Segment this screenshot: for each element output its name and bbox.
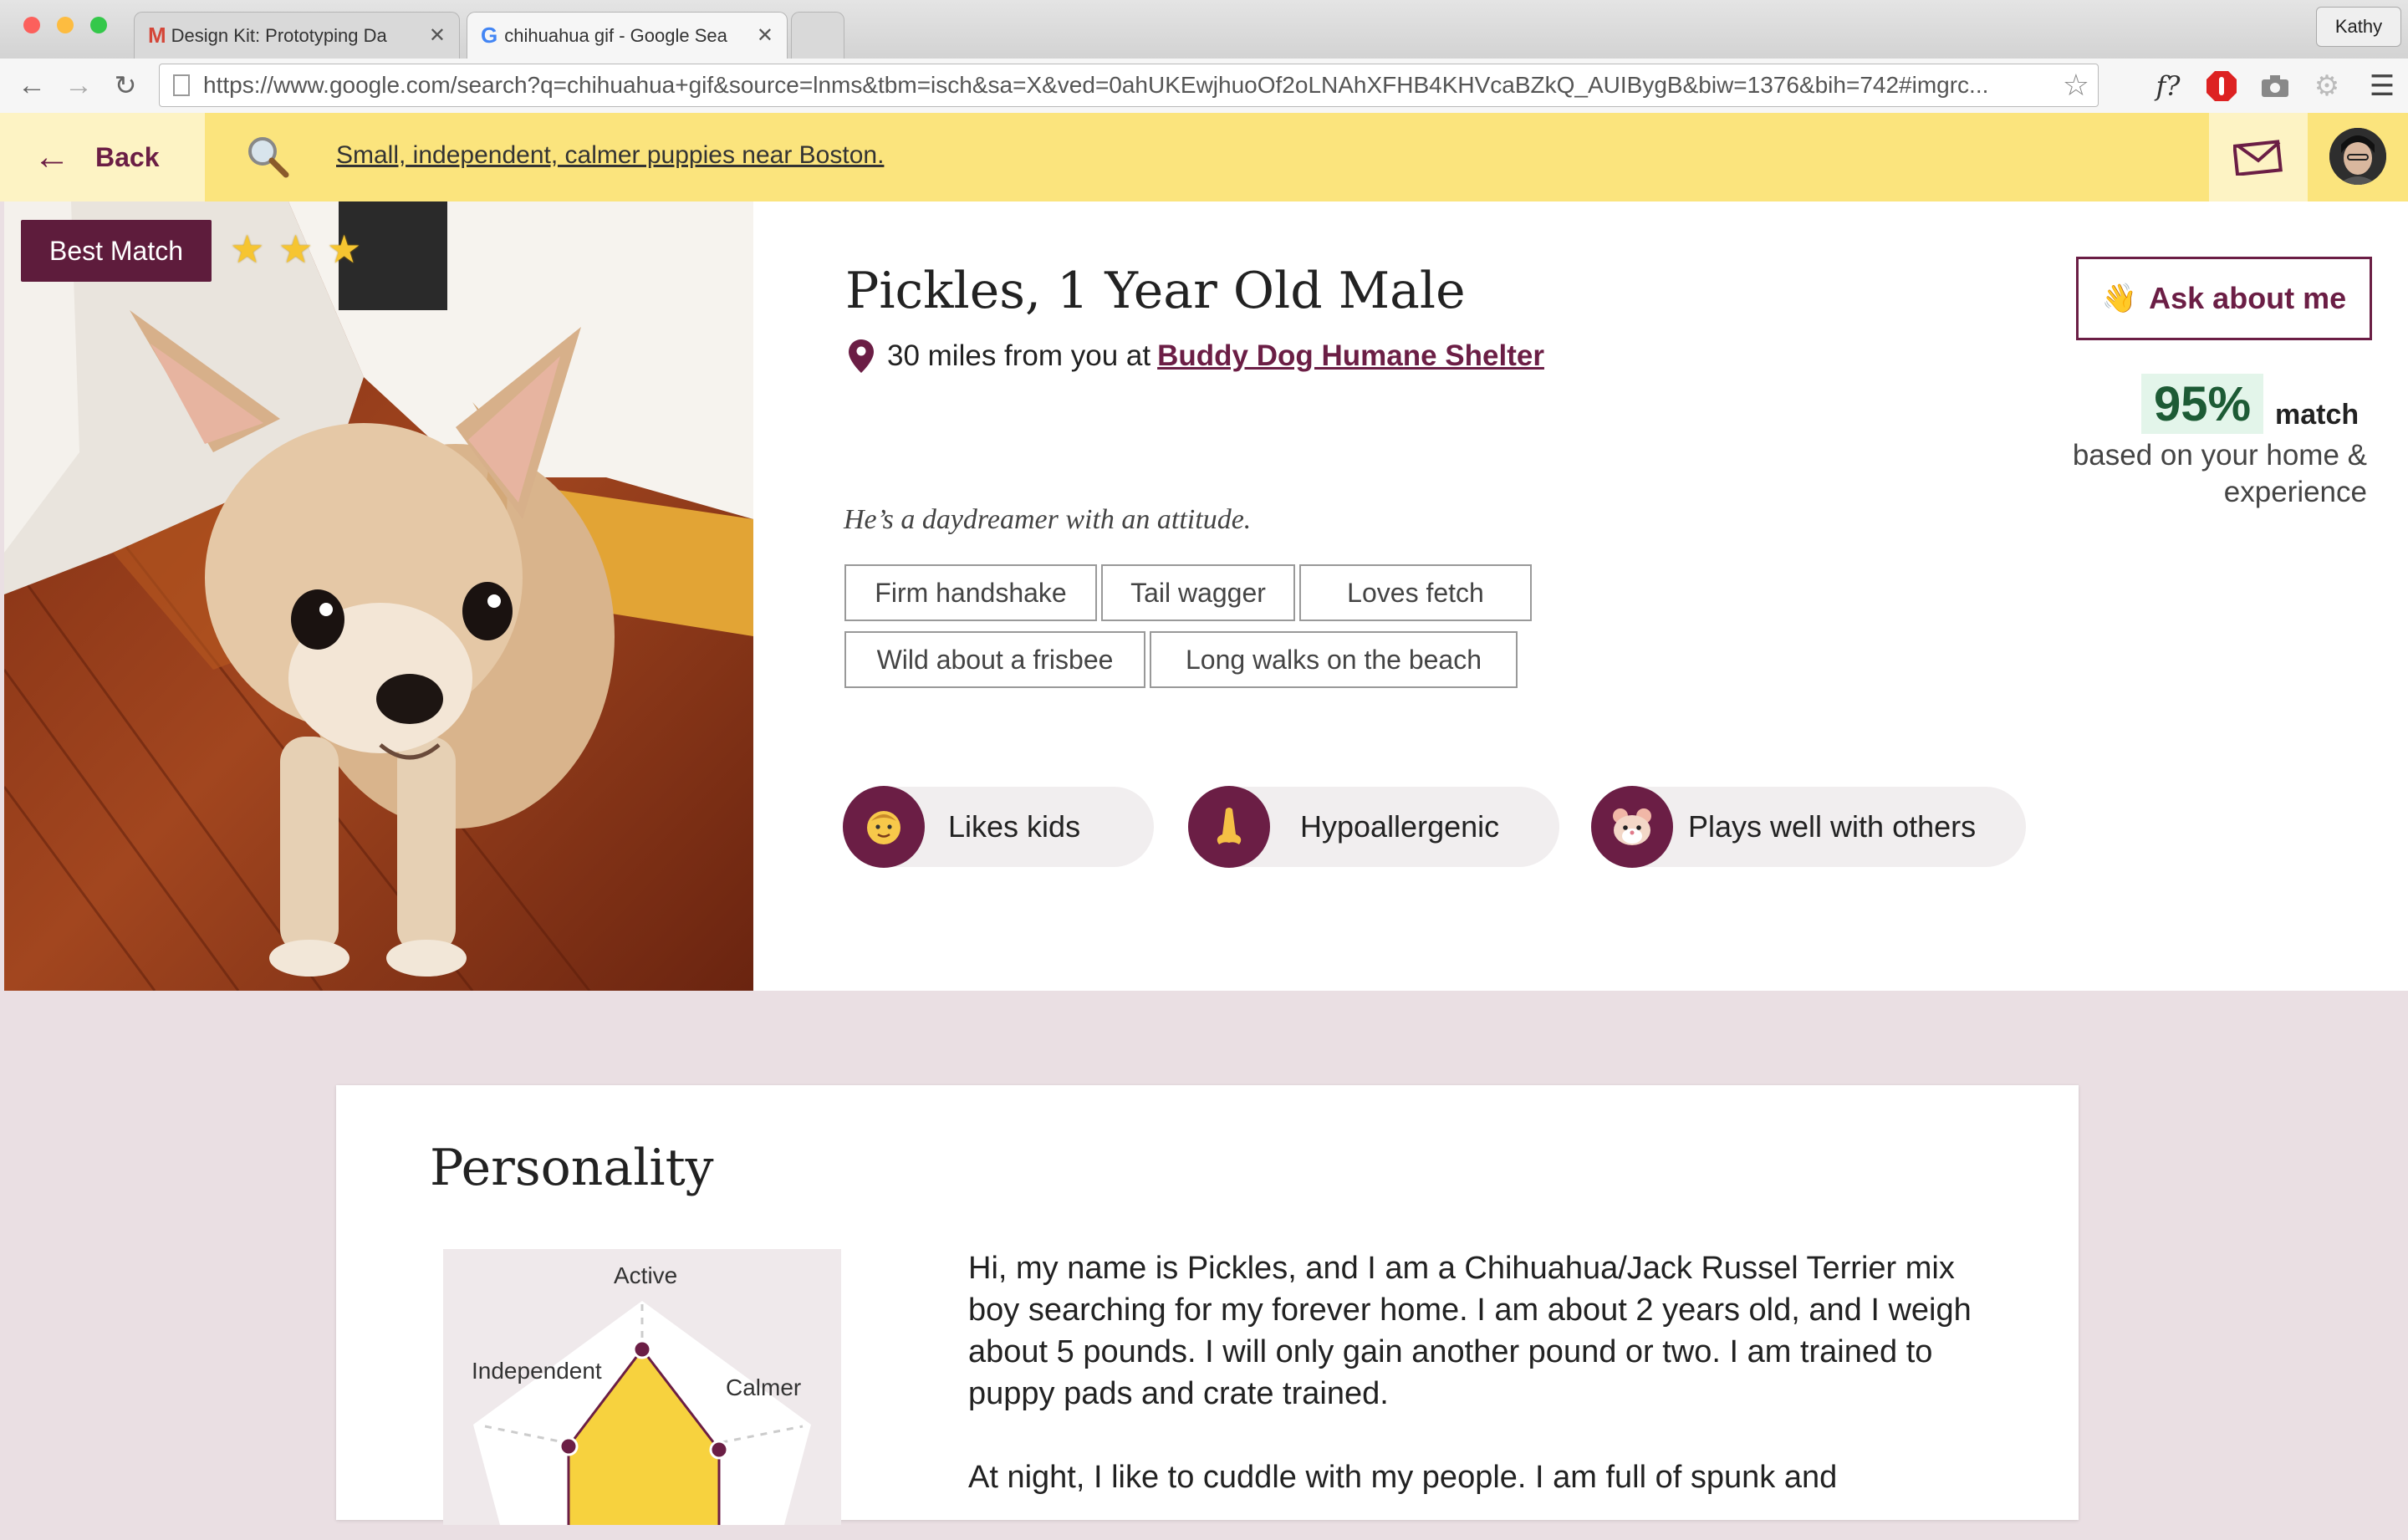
bio-paragraph: At night, I like to cuddle with my peopl… [968,1460,1838,1495]
location-line: 30 miles from you at Buddy Dog Humane Sh… [849,339,1544,373]
personality-card: Personality Active Independent Calmer Hi… [336,1085,2079,1540]
ask-label: Ask about me [2149,281,2347,315]
url-text: https://www.google.com/search?q=chihuahu… [203,72,1989,98]
ask-about-me-button[interactable]: 👋 Ask about me [2076,257,2372,340]
star-icon: ★ [327,227,362,271]
match-basis-text: based on your home & experience [2072,439,2367,508]
messages-button[interactable] [2209,113,2308,201]
match-label: match [2275,399,2360,431]
distance-text: 30 miles from you at [887,339,1151,372]
hamster-icon [1591,786,1673,868]
back-label: Back [95,141,160,172]
personality-heading: Personality [430,1139,714,1197]
settings-gear-icon[interactable]: ⚙ [2308,67,2346,105]
trait-label: Likes kids [948,809,1081,844]
trait-tag: Long walks on the beach [1150,631,1518,688]
location-pin-icon [849,339,874,373]
gmail-icon: M [148,23,166,48]
google-icon: G [481,23,498,48]
browser-toolbar: ← → ↻ https://www.google.com/search?q=ch… [0,59,2408,114]
adblock-icon[interactable] [2202,67,2241,105]
close-tab-icon[interactable]: ✕ [429,23,446,48]
trait-likes-kids: Likes kids [843,786,1154,868]
trait-tag: Firm handshake [844,564,1097,621]
camera-icon[interactable] [2256,67,2294,105]
trait-tag: Tail wagger [1101,564,1295,621]
match-percentage: 95% [2141,374,2263,434]
new-tab-button[interactable] [791,12,844,59]
tab-title: chihuahua gif - Google Sea [504,24,727,46]
maximize-window-button[interactable] [90,17,107,33]
trait-plays-well: Plays well with others [1591,786,2026,868]
radar-label-calmer: Calmer [726,1374,802,1400]
star-icon: ★ [230,227,265,271]
baby-face-icon [843,786,925,868]
close-window-button[interactable] [23,17,40,33]
personality-bio: Hi, my name is Pickles, and I am a Chihu… [968,1247,1988,1540]
minimize-window-button[interactable] [57,17,74,33]
browser-back-icon[interactable]: ← [13,67,50,104]
nose-icon [1188,786,1270,868]
tab-title: Design Kit: Prototyping Da [171,24,387,46]
dog-photo [4,201,753,991]
radar-point-active [632,1339,652,1359]
tab-gmail[interactable]: M Design Kit: Prototyping Da ✕ [134,12,460,59]
radar-label-independent: Independent [472,1358,602,1384]
waving-hand-icon: 👋 [2101,283,2138,314]
search-query-link[interactable]: Small, independent, calmer puppies near … [336,141,884,170]
star-icon: ★ [278,227,314,271]
close-tab-icon[interactable]: ✕ [757,23,773,48]
app-header: ← Back Small, independent, calmer puppie… [0,113,2408,201]
radar-point-calmer [709,1440,729,1460]
personality-radar-chart: Active Independent Calmer [443,1249,841,1540]
bio-paragraph: Hi, my name is Pickles, and I am a Chihu… [968,1251,1972,1411]
tagline: He’s a daydreamer with an attitude. [844,504,1252,535]
browser-profile-button[interactable]: Kathy [2316,7,2401,47]
pet-name-heading: Pickles, 1 Year Old Male [845,262,1466,320]
reload-icon[interactable]: ↻ [107,67,144,104]
browser-tab-bar: M Design Kit: Prototyping Da ✕ G chihuah… [0,0,2408,59]
trait-label: Hypoallergenic [1300,809,1500,844]
page-icon [173,74,190,96]
tab-google-search[interactable]: G chihuahua gif - Google Sea ✕ [467,12,788,59]
browser-forward-icon[interactable]: → [60,67,97,104]
magnifier-icon [242,131,293,181]
trait-tag: Wild about a frisbee [844,631,1145,688]
trait-label: Plays well with others [1688,809,1977,844]
address-bar[interactable]: https://www.google.com/search?q=chihuahu… [159,64,2099,107]
trait-tag: Loves fetch [1299,564,1532,621]
user-avatar[interactable] [2329,128,2386,185]
pet-profile-card: Best Match ★ ★ ★ Pickles, 1 Year Old Mal… [4,201,2408,991]
radar-point-independent [559,1436,579,1456]
radar-label-active: Active [614,1262,678,1288]
back-arrow-icon: ← [33,136,70,177]
font-extension-icon[interactable]: f? [2149,67,2187,105]
envelope-icon [2233,140,2283,176]
trait-hypoallergenic: Hypoallergenic [1188,786,1559,868]
bookmark-star-icon[interactable]: ☆ [2062,68,2089,103]
menu-icon[interactable]: ☰ [2363,67,2401,105]
shelter-link[interactable]: Buddy Dog Humane Shelter [1157,339,1544,373]
best-match-badge: Best Match [21,220,212,282]
back-button[interactable]: ← Back [0,113,205,201]
